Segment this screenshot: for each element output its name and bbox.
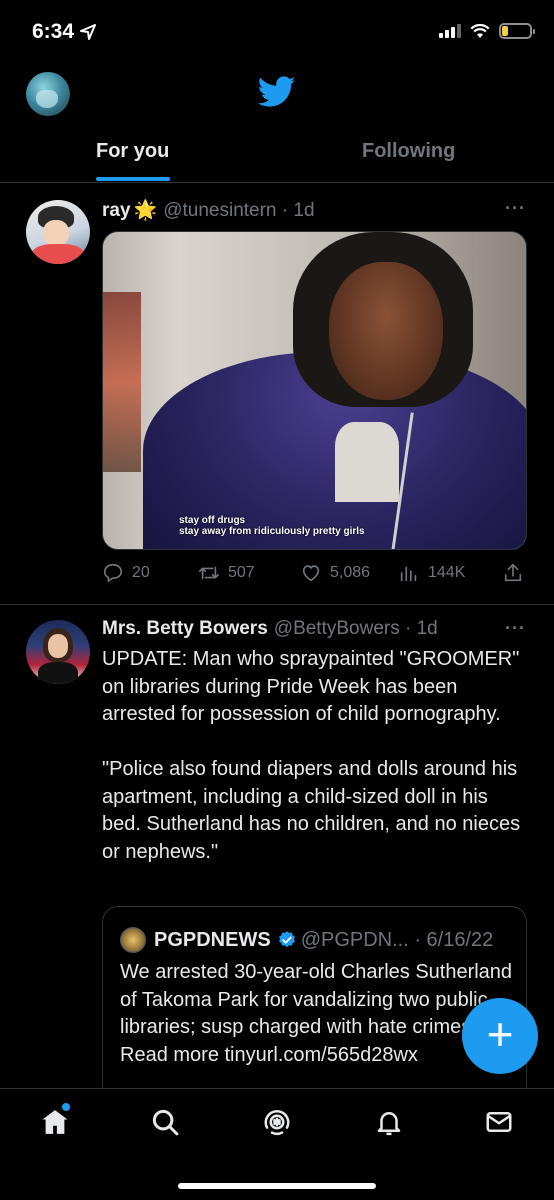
spaces-icon[interactable]: [262, 1107, 292, 1137]
home-indicator-bar[interactable]: [178, 1183, 376, 1189]
more-options-icon[interactable]: ···: [505, 198, 526, 219]
view-count: 144K: [428, 564, 466, 581]
police-badge-avatar: [120, 927, 146, 953]
plus-icon: +: [486, 1008, 514, 1060]
tab-following[interactable]: Following: [362, 140, 455, 163]
twitter-bird-logo-icon[interactable]: [258, 76, 296, 108]
header-divider: [0, 182, 554, 183]
tweet-header: Mrs. Betty Bowers @BettyBowers · 1d: [102, 618, 438, 640]
home-icon[interactable]: [40, 1107, 70, 1137]
share-button[interactable]: [502, 562, 524, 584]
verified-badge-icon: [278, 931, 295, 948]
profile-avatar[interactable]: [26, 72, 70, 116]
media-caption: stay off drugs stay away from ridiculous…: [179, 515, 365, 537]
quoted-tweet[interactable]: PGPDNEWS @PGPDN... · 6/16/22 We arrested…: [102, 906, 527, 1106]
tweet-avatar-ray[interactable]: [26, 200, 90, 264]
tweet-header: ray 🌟 @tunesintern · 1d: [102, 198, 315, 222]
tweet-divider: [0, 604, 554, 605]
quoted-author-name: PGPDNEWS: [154, 928, 271, 951]
home-notification-dot: [62, 1103, 70, 1111]
reply-button[interactable]: 20: [102, 562, 150, 584]
tweet-avatar-betty-bowers[interactable]: [26, 620, 90, 684]
wifi-icon: [470, 23, 490, 38]
reply-icon: [103, 563, 123, 583]
quoted-tweet-text: We arrested 30-year-old Charles Sutherla…: [120, 961, 513, 1066]
tweet-actions: 20 507 5,086 144K: [102, 562, 532, 588]
tweet-body-text: UPDATE: Man who spraypainted "GROOMER" o…: [102, 648, 521, 863]
like-count: 5,086: [330, 564, 371, 581]
views-chart-icon: [400, 566, 417, 582]
star-emoji-icon: 🌟: [133, 200, 158, 221]
status-time-text: 6:34: [32, 20, 75, 43]
reply-count: 20: [132, 564, 150, 581]
more-options-icon[interactable]: ···: [505, 618, 526, 639]
timeline-tabs: For you Following: [0, 130, 554, 182]
like-button[interactable]: 5,086: [300, 562, 370, 584]
battery-fill: [502, 26, 508, 36]
location-arrow-icon: [80, 24, 97, 40]
retweet-count: 507: [228, 564, 255, 581]
tweet-author-name[interactable]: ray: [102, 200, 131, 222]
tab-for-you[interactable]: For you: [96, 140, 169, 163]
active-tab-indicator: [96, 177, 170, 181]
tweet-author-handle[interactable]: @tunesintern · 1d: [163, 200, 314, 222]
messages-envelope-icon[interactable]: [484, 1107, 514, 1137]
share-icon: [504, 563, 522, 582]
retweet-button[interactable]: 507: [198, 562, 255, 584]
tweet-author-name[interactable]: Mrs. Betty Bowers: [102, 618, 268, 640]
search-icon[interactable]: [150, 1107, 180, 1137]
compose-tweet-button[interactable]: +: [462, 998, 538, 1074]
tweet-media-image[interactable]: stay off drugs stay away from ridiculous…: [102, 231, 527, 550]
battery-icon: [499, 23, 535, 39]
quoted-author-handle: @PGPDN... · 6/16/22: [300, 928, 494, 951]
tweet-author-handle[interactable]: @BettyBowers · 1d: [274, 618, 438, 640]
status-bar: 6:34: [0, 0, 554, 62]
views-button[interactable]: 144K: [398, 562, 465, 584]
notifications-bell-icon[interactable]: [374, 1107, 404, 1137]
heart-icon: [302, 565, 320, 582]
retweet-icon: [199, 566, 219, 580]
status-indicators: [439, 23, 535, 39]
quoted-tweet-header: PGPDNEWS @PGPDN... · 6/16/22: [120, 927, 493, 953]
cellular-signal-icon: [439, 24, 461, 38]
status-time: 6:34: [32, 20, 97, 44]
